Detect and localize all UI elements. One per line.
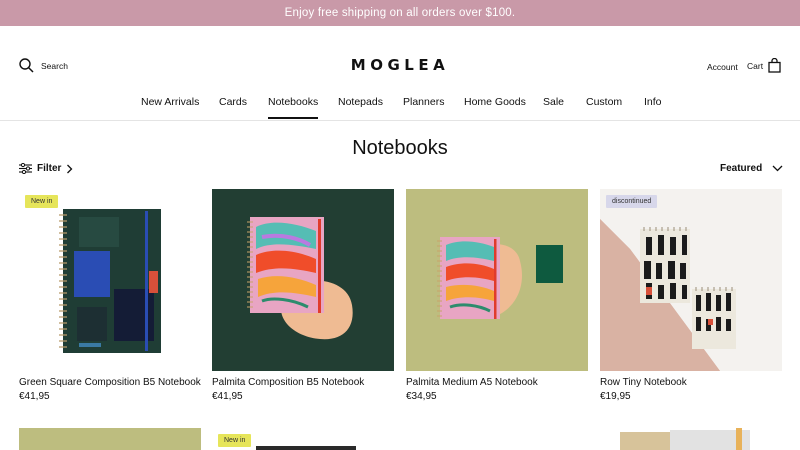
announcement-bar: Enjoy free shipping on all orders over $… — [0, 0, 800, 26]
product-card[interactable]: Palmita Medium A5 Notebook €34,95 — [406, 189, 588, 402]
nav-item-cards[interactable]: Cards — [219, 96, 247, 108]
nav-item-custom[interactable]: Custom — [586, 96, 622, 108]
new-in-badge: New in — [218, 434, 252, 447]
pencil-peek — [736, 428, 742, 450]
product-card[interactable]: New in Green Square Composition B5 Noteb… — [19, 189, 201, 402]
product-price: €41,95 — [212, 391, 243, 402]
green-notebook-illustration — [59, 209, 161, 353]
sliders-icon — [19, 163, 32, 174]
chevron-down-icon — [772, 165, 783, 172]
product-image[interactable] — [212, 189, 394, 371]
account-link[interactable]: Account — [707, 62, 738, 72]
page-title: Notebooks — [352, 137, 448, 159]
nav-item-planners[interactable]: Planners — [403, 96, 444, 108]
cart-label: Cart — [747, 60, 764, 71]
site-logo[interactable]: MOGLEA — [0, 56, 800, 74]
product-image[interactable] — [600, 428, 782, 450]
new-in-badge: New in — [25, 195, 59, 208]
product-image[interactable]: discontinued — [600, 189, 782, 371]
product-image[interactable] — [406, 189, 588, 371]
announcement-text: Enjoy free shipping on all orders over $… — [284, 7, 516, 19]
nav-item-notepads[interactable]: Notepads — [338, 96, 383, 108]
product-card[interactable]: Palmita Composition B5 Notebook €41,95 — [212, 189, 394, 402]
palmita-a5-illustration — [437, 237, 563, 319]
row-notebook-illustration — [600, 189, 782, 371]
bag-icon — [768, 58, 781, 73]
chevron-right-icon — [67, 164, 73, 173]
product-name[interactable]: Palmita Medium A5 Notebook — [406, 377, 538, 388]
sort-dropdown[interactable]: Featured — [720, 163, 783, 174]
filter-label: Filter — [37, 163, 62, 174]
discontinued-badge: discontinued — [606, 195, 658, 208]
palmita-b5-illustration — [247, 217, 353, 340]
product-price: €34,95 — [406, 391, 437, 402]
product-image[interactable] — [406, 428, 588, 450]
filter-button[interactable]: Filter — [19, 163, 73, 174]
nav-item-new-arrivals[interactable]: New Arrivals — [141, 96, 199, 108]
nav-item-notebooks[interactable]: Notebooks — [268, 96, 319, 119]
product-image[interactable] — [19, 428, 201, 450]
sort-label: Featured — [720, 163, 763, 174]
product-name[interactable]: Palmita Composition B5 Notebook — [212, 377, 364, 388]
nav-item-home-goods[interactable]: Home Goods — [464, 96, 526, 108]
product-card[interactable]: discontinued Row Tiny Notebook €19,95 — [600, 189, 782, 402]
product-image[interactable]: New in — [212, 428, 394, 450]
notebook-cover-peek — [256, 446, 356, 450]
site-header: Search MOGLEA Account Cart New Arrivals … — [0, 26, 800, 121]
nav-item-info[interactable]: Info — [644, 96, 662, 108]
nav-item-sale[interactable]: Sale — [543, 96, 564, 108]
cart-button[interactable]: Cart — [747, 58, 781, 73]
product-price: €41,95 — [19, 391, 50, 402]
product-price: €19,95 — [600, 391, 631, 402]
product-name[interactable]: Row Tiny Notebook — [600, 377, 687, 388]
product-name[interactable]: Green Square Composition B5 Notebook — [19, 377, 201, 388]
product-image[interactable]: New in — [19, 189, 201, 371]
